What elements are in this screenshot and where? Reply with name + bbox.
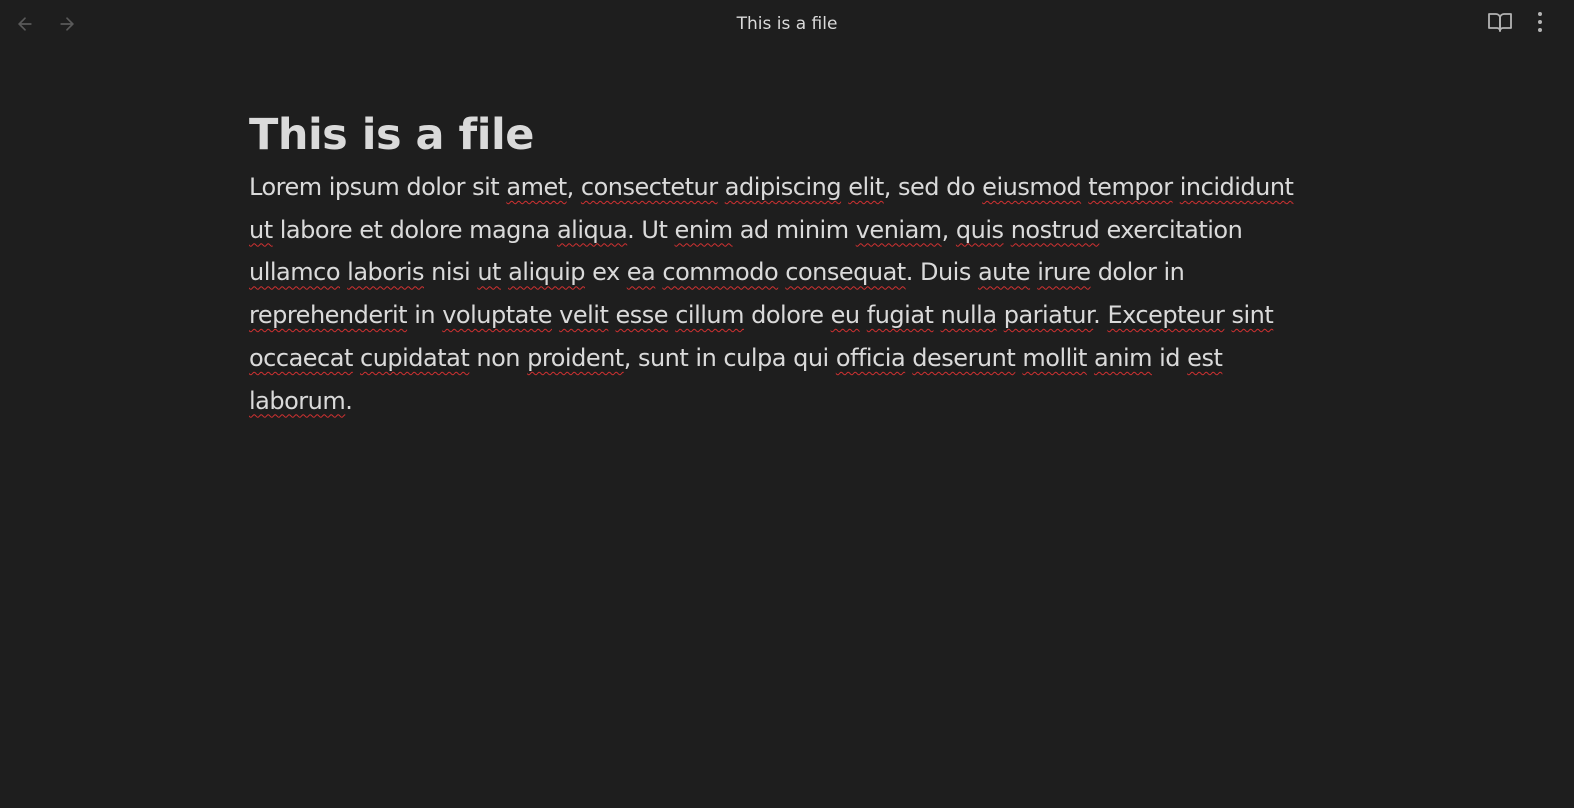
text-run [1173,173,1180,201]
misspelled-word: laborum [249,386,346,415]
text-run: labore et dolore magna [272,215,557,244]
text-run [860,301,867,329]
misspelled-word: esse [615,301,669,330]
view-header-title-container: This is a file [0,13,1574,35]
misspelled-word: ullamco [249,258,341,287]
misspelled-word: nulla [940,301,997,330]
text-run: Lorem ipsum dolor sit [249,173,507,201]
text-run: dolore [744,301,831,330]
misspelled-word: aliquip [508,258,585,287]
misspelled-word: voluptate [442,301,553,330]
text-run: . Ut [627,215,675,244]
text-run [933,301,940,329]
text-run [608,301,615,329]
text-run [353,344,360,372]
misspelled-word: irure [1037,258,1091,287]
misspelled-word: officia [835,343,906,372]
text-run: in [407,301,443,330]
editor-content[interactable]: This is a file Lorem ipsum dolor sit ame… [249,104,1299,422]
misspelled-word: aute [977,258,1031,287]
misspelled-word: commodo [662,258,779,287]
text-run: , sunt in culpa qui [623,343,836,372]
arrow-left-icon [15,14,35,34]
misspelled-word: aliqua [556,215,628,244]
misspelled-word: occaecat [249,343,353,372]
misspelled-word: incididunt [1179,173,1294,201]
misspelled-word: nostrud [1010,215,1100,244]
reading-view-button[interactable] [1486,12,1514,36]
misspelled-word: sint [1231,301,1274,330]
text-run: , sed do [883,173,983,201]
text-run: dolor in [1090,258,1185,287]
text-run: nisi [424,258,478,287]
misspelled-word: consectetur [580,173,718,201]
text-run: , [566,173,581,201]
misspelled-word: reprehenderit [249,301,408,330]
text-run: . [345,386,353,415]
open-book-icon [1487,11,1513,37]
text-run: exercitation [1099,215,1243,244]
misspelled-word: laboris [347,258,424,287]
text-run [1087,344,1094,372]
misspelled-word: deserunt [912,343,1016,372]
app-window: This is a file This is a file Lorem ipsu [0,0,1574,808]
misspelled-word: velit [559,301,609,330]
misspelled-word: Excepteur [1107,301,1225,330]
view-header-title[interactable]: This is a file [737,14,838,34]
misspelled-word: ea [626,258,656,287]
misspelled-word: eiusmod [982,173,1082,201]
misspelled-word: mollit [1022,343,1087,372]
misspelled-word: anim [1094,343,1152,372]
text-run [997,301,1004,329]
text-run [718,173,725,201]
document-paragraph[interactable]: Lorem ipsum dolor sit amet, consectetur … [249,166,1299,422]
misspelled-word: enim [674,215,734,244]
text-run [1004,216,1011,244]
misspelled-word: pariatur [1003,301,1094,330]
misspelled-word: amet [506,173,567,201]
misspelled-word: fugiat [866,301,934,330]
misspelled-word: quis [955,215,1004,244]
misspelled-word: ut [477,258,501,287]
more-options-button[interactable] [1530,12,1550,36]
misspelled-word: cillum [675,301,744,330]
misspelled-word: elit [848,173,884,201]
misspelled-word: ut [249,215,273,244]
more-vertical-icon [1537,11,1543,37]
arrow-right-icon [57,14,77,34]
misspelled-word: veniam [855,215,942,244]
misspelled-word: proident [527,343,624,372]
misspelled-word: tempor [1088,173,1173,201]
navigate-forward-button[interactable] [55,12,79,36]
text-run: id [1152,343,1188,372]
text-run: . [1093,301,1108,330]
text-run: , [941,215,956,244]
text-run: . Duis [905,258,978,287]
misspelled-word: consequat [785,258,906,287]
misspelled-word: cupidatat [360,343,470,372]
misspelled-word: eu [830,301,860,330]
document-heading[interactable]: This is a file [249,104,1299,166]
text-run: ex [584,258,627,287]
misspelled-word: est [1187,343,1223,372]
text-run: ad minim [732,215,856,244]
text-run [501,258,508,286]
text-run: non [469,343,528,372]
navigate-back-button[interactable] [13,12,37,36]
misspelled-word: adipiscing [724,173,842,201]
view-header: This is a file [0,0,1574,48]
